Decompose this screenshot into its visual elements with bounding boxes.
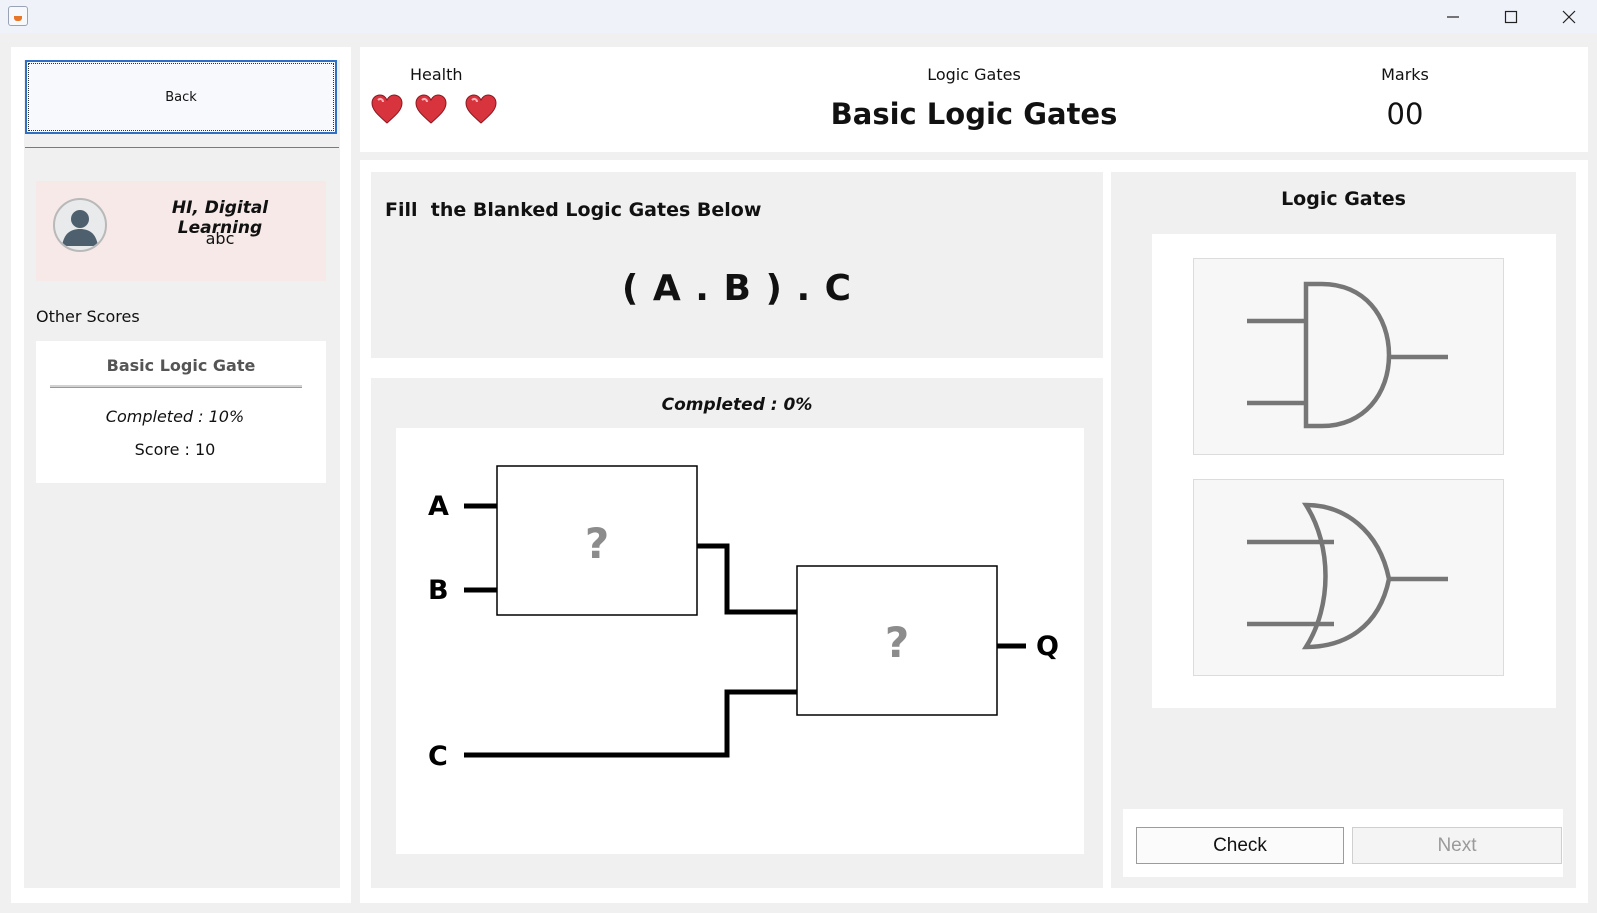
and-gate-icon: [1247, 281, 1448, 429]
header: Health Logic Gates Basic Logic Gates Mar…: [360, 47, 1588, 152]
and-gate-tile[interactable]: [1193, 258, 1504, 455]
or-gate-tile[interactable]: [1193, 479, 1504, 676]
gates-list: [1152, 234, 1556, 708]
question-instruction: Fill the Blanked Logic Gates Below: [385, 199, 762, 221]
minimize-icon: [1447, 15, 1459, 18]
score-card-title: Basic Logic Gate: [106, 356, 256, 375]
gate-slot-2-placeholder: ?: [885, 618, 909, 667]
java-cup-icon: [8, 6, 28, 26]
sidebar-divider: [25, 147, 339, 148]
maximize-button[interactable]: [1482, 0, 1540, 33]
username-text: abc: [205, 229, 235, 248]
action-bar: Check Next: [1123, 809, 1563, 877]
question-expression: ( A . B ) . C: [621, 268, 853, 309]
user-avatar-icon: [62, 210, 98, 246]
maximize-icon: [1504, 10, 1518, 23]
completed-progress: Completed : 0%: [661, 395, 813, 415]
score-card-completed: Completed : 10%: [105, 407, 245, 426]
check-button[interactable]: Check: [1136, 827, 1344, 864]
close-icon: [1562, 10, 1576, 23]
avatar: [53, 198, 107, 252]
profile-card: HI, Digital Learning abc: [36, 181, 326, 281]
score-card-score: Score : 10: [134, 440, 216, 459]
score-card-divider: [50, 385, 302, 388]
gates-panel-title: Logic Gates: [1281, 188, 1406, 210]
input-label-b: B: [428, 575, 449, 606]
back-button[interactable]: Back: [25, 60, 337, 134]
close-button[interactable]: [1540, 0, 1597, 33]
question-panel: Fill the Blanked Logic Gates Below ( A .…: [371, 172, 1103, 358]
input-label-a: A: [428, 491, 449, 522]
gates-panel: Logic Gates: [1111, 172, 1576, 888]
marks-value: 00: [1386, 97, 1424, 131]
next-button[interactable]: Next: [1352, 827, 1562, 864]
marks-label: Marks: [1381, 65, 1429, 84]
gate-slot-1-placeholder: ?: [585, 519, 609, 568]
title-bar: [0, 0, 1597, 33]
score-card[interactable]: Basic Logic Gate Completed : 10% Score :…: [36, 341, 326, 483]
input-label-c: C: [428, 741, 448, 772]
or-gate-icon: [1247, 502, 1448, 650]
other-scores-label: Other Scores: [36, 307, 140, 326]
circuit-diagram: ? ? A B C Q: [428, 465, 1059, 772]
circuit-panel: Completed : 0% ? ? A B C Q: [371, 378, 1103, 888]
minimize-button[interactable]: [1424, 0, 1482, 33]
output-label-q: Q: [1036, 631, 1059, 662]
circuit-canvas: ? ? A B C Q: [396, 428, 1084, 854]
